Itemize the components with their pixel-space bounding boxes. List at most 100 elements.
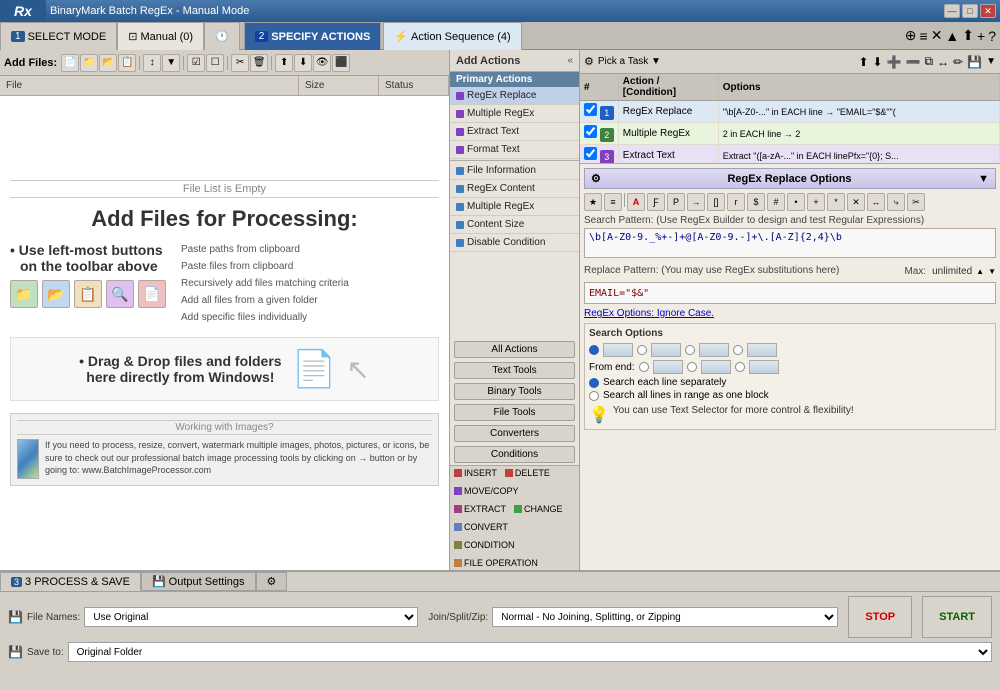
- seq-tb-copy[interactable]: ⧉: [925, 54, 934, 69]
- opt-x2-btn[interactable]: ↔: [867, 193, 885, 211]
- seq-tb-chevron[interactable]: ▼: [986, 56, 996, 67]
- maximize-button[interactable]: □: [962, 4, 978, 18]
- row1-check[interactable]: [584, 103, 597, 116]
- close-button[interactable]: ✕: [980, 4, 996, 18]
- stop-button[interactable]: STOP: [848, 596, 912, 638]
- step1-tab[interactable]: 1 SELECT MODE: [0, 22, 117, 50]
- opt-star2-btn[interactable]: *: [827, 193, 845, 211]
- opt-plus-btn[interactable]: +: [807, 193, 825, 211]
- row2-check[interactable]: [584, 125, 597, 138]
- radio-lines-2[interactable]: [589, 391, 599, 401]
- deselect-btn[interactable]: ☐: [206, 54, 224, 72]
- radio-4[interactable]: [733, 345, 743, 355]
- join-split-select[interactable]: Normal - No Joining, Splitting, or Zippi…: [492, 607, 838, 627]
- process-save-tab[interactable]: 3 3 PROCESS & SAVE: [0, 572, 141, 591]
- sort-btn[interactable]: ↕: [143, 54, 161, 72]
- icon-btn-4[interactable]: 🔍: [106, 280, 134, 308]
- select-all-btn[interactable]: ☑: [187, 54, 205, 72]
- radio-end-1[interactable]: [639, 362, 649, 372]
- step2-tab[interactable]: 2 SPECIFY ACTIONS: [244, 22, 382, 50]
- add-file-btn[interactable]: 📄: [61, 54, 79, 72]
- minimize-button[interactable]: —: [944, 4, 960, 18]
- radio-1[interactable]: [589, 345, 599, 355]
- opt-list-btn[interactable]: ≡: [604, 193, 622, 211]
- seq-tb-edit[interactable]: ✏: [953, 55, 963, 69]
- max-spinner-down[interactable]: ▼: [988, 267, 996, 276]
- opt-wrap-btn[interactable]: ⤷: [887, 193, 905, 211]
- opt-star-btn[interactable]: ★: [584, 193, 602, 211]
- add-recursive-btn[interactable]: 📂: [99, 54, 117, 72]
- manual-tab[interactable]: ⊡ Manual (0): [117, 22, 204, 50]
- table-row[interactable]: 3 Extract Text Extract "([a-zA-..." in E…: [580, 145, 1000, 165]
- start-button[interactable]: START: [922, 596, 992, 638]
- opt-dollar-btn[interactable]: $: [747, 193, 765, 211]
- seq-tb-remove[interactable]: ➖: [906, 55, 921, 69]
- clear-btn[interactable]: 🗑: [250, 54, 268, 72]
- filter-btn[interactable]: ▼: [162, 54, 180, 72]
- radio-end-2[interactable]: [687, 362, 697, 372]
- preview-btn[interactable]: 👁: [313, 54, 331, 72]
- clock-tab[interactable]: 🕐: [204, 22, 240, 50]
- seq-tb-save[interactable]: 💾: [967, 55, 982, 69]
- action-format-text[interactable]: Format Text: [450, 141, 579, 159]
- opt-P-btn[interactable]: P: [667, 193, 685, 211]
- opt-x-btn[interactable]: ✕: [847, 193, 865, 211]
- settings-gear-tab[interactable]: ⚙: [256, 572, 288, 591]
- replace-pattern-input[interactable]: [584, 282, 996, 304]
- text-tools-btn[interactable]: Text Tools: [454, 362, 575, 379]
- icon-btn-3[interactable]: 📋: [74, 280, 102, 308]
- opt-expand[interactable]: ▼: [978, 173, 989, 185]
- conditions-btn[interactable]: Conditions: [454, 446, 575, 463]
- max-spinner-up[interactable]: ▲: [976, 267, 984, 276]
- converters-btn[interactable]: Converters: [454, 425, 575, 442]
- file-names-select[interactable]: Use Original: [84, 607, 418, 627]
- action-regex-content[interactable]: RegEx Content: [450, 180, 579, 198]
- action-regex-replace[interactable]: RegEx Replace: [450, 87, 579, 105]
- icon-btn-5[interactable]: 📄: [138, 280, 166, 308]
- opt-scissors-btn[interactable]: ✂: [907, 193, 925, 211]
- action-extract-text[interactable]: Extract Text: [450, 123, 579, 141]
- opt-hash-btn[interactable]: #: [767, 193, 785, 211]
- nav-btn-4[interactable]: ▲: [945, 28, 959, 44]
- save-to-select[interactable]: Original Folder: [68, 642, 992, 662]
- remove-btn[interactable]: ✂: [231, 54, 249, 72]
- action-content-size[interactable]: Content Size: [450, 216, 579, 234]
- nav-btn-1[interactable]: ⊕: [905, 27, 917, 44]
- opt-font-btn[interactable]: Ƒ: [647, 193, 665, 211]
- icon-btn-2[interactable]: 📂: [42, 280, 70, 308]
- add-folder-btn[interactable]: 📁: [80, 54, 98, 72]
- seq-tb-move[interactable]: ↔: [937, 55, 949, 69]
- action-disable-condition[interactable]: Disable Condition: [450, 234, 579, 252]
- all-actions-btn[interactable]: All Actions: [454, 341, 575, 358]
- regex-options-link[interactable]: RegEx Options: Ignore Case.: [584, 308, 996, 319]
- radio-2[interactable]: [637, 345, 647, 355]
- move-up-btn[interactable]: ⬆: [275, 54, 293, 72]
- nav-btn-6[interactable]: +: [977, 28, 985, 44]
- table-row[interactable]: 2 Multiple RegEx 2 in EACH line → 2: [580, 123, 1000, 145]
- add-clipboard-btn[interactable]: 📋: [118, 54, 136, 72]
- nav-btn-7[interactable]: ?: [988, 28, 996, 44]
- table-row[interactable]: 1 RegEx Replace "\b[A-Z0-..." in EACH li…: [580, 101, 1000, 123]
- collapse-btn[interactable]: «: [567, 55, 573, 66]
- action-sequence-tab[interactable]: ⚡ Action Sequence (4): [383, 22, 521, 50]
- opt-arrow-btn[interactable]: →: [687, 193, 705, 211]
- opt-bracket-btn[interactable]: []: [707, 193, 725, 211]
- opt-A-btn[interactable]: A: [627, 193, 645, 211]
- opt-r-btn[interactable]: r: [727, 193, 745, 211]
- move-down-btn[interactable]: ⬇: [294, 54, 312, 72]
- open-btn[interactable]: ⬛: [332, 54, 350, 72]
- output-settings-tab[interactable]: 💾 Output Settings: [141, 572, 256, 591]
- action-multiple-regex[interactable]: Multiple RegEx: [450, 105, 579, 123]
- action-file-info[interactable]: File Information: [450, 162, 579, 180]
- row3-check[interactable]: [584, 147, 597, 160]
- radio-3[interactable]: [685, 345, 695, 355]
- opt-dot-btn[interactable]: •: [787, 193, 805, 211]
- binary-tools-btn[interactable]: Binary Tools: [454, 383, 575, 400]
- seq-tb-down[interactable]: ⬇: [873, 55, 883, 69]
- nav-btn-5[interactable]: ⬆: [962, 27, 974, 44]
- pick-task-btn[interactable]: Pick a Task ▼: [598, 56, 661, 67]
- radio-end-3[interactable]: [735, 362, 745, 372]
- icon-btn-1[interactable]: 📁: [10, 280, 38, 308]
- radio-lines-1[interactable]: [589, 378, 599, 388]
- file-tools-btn[interactable]: File Tools: [454, 404, 575, 421]
